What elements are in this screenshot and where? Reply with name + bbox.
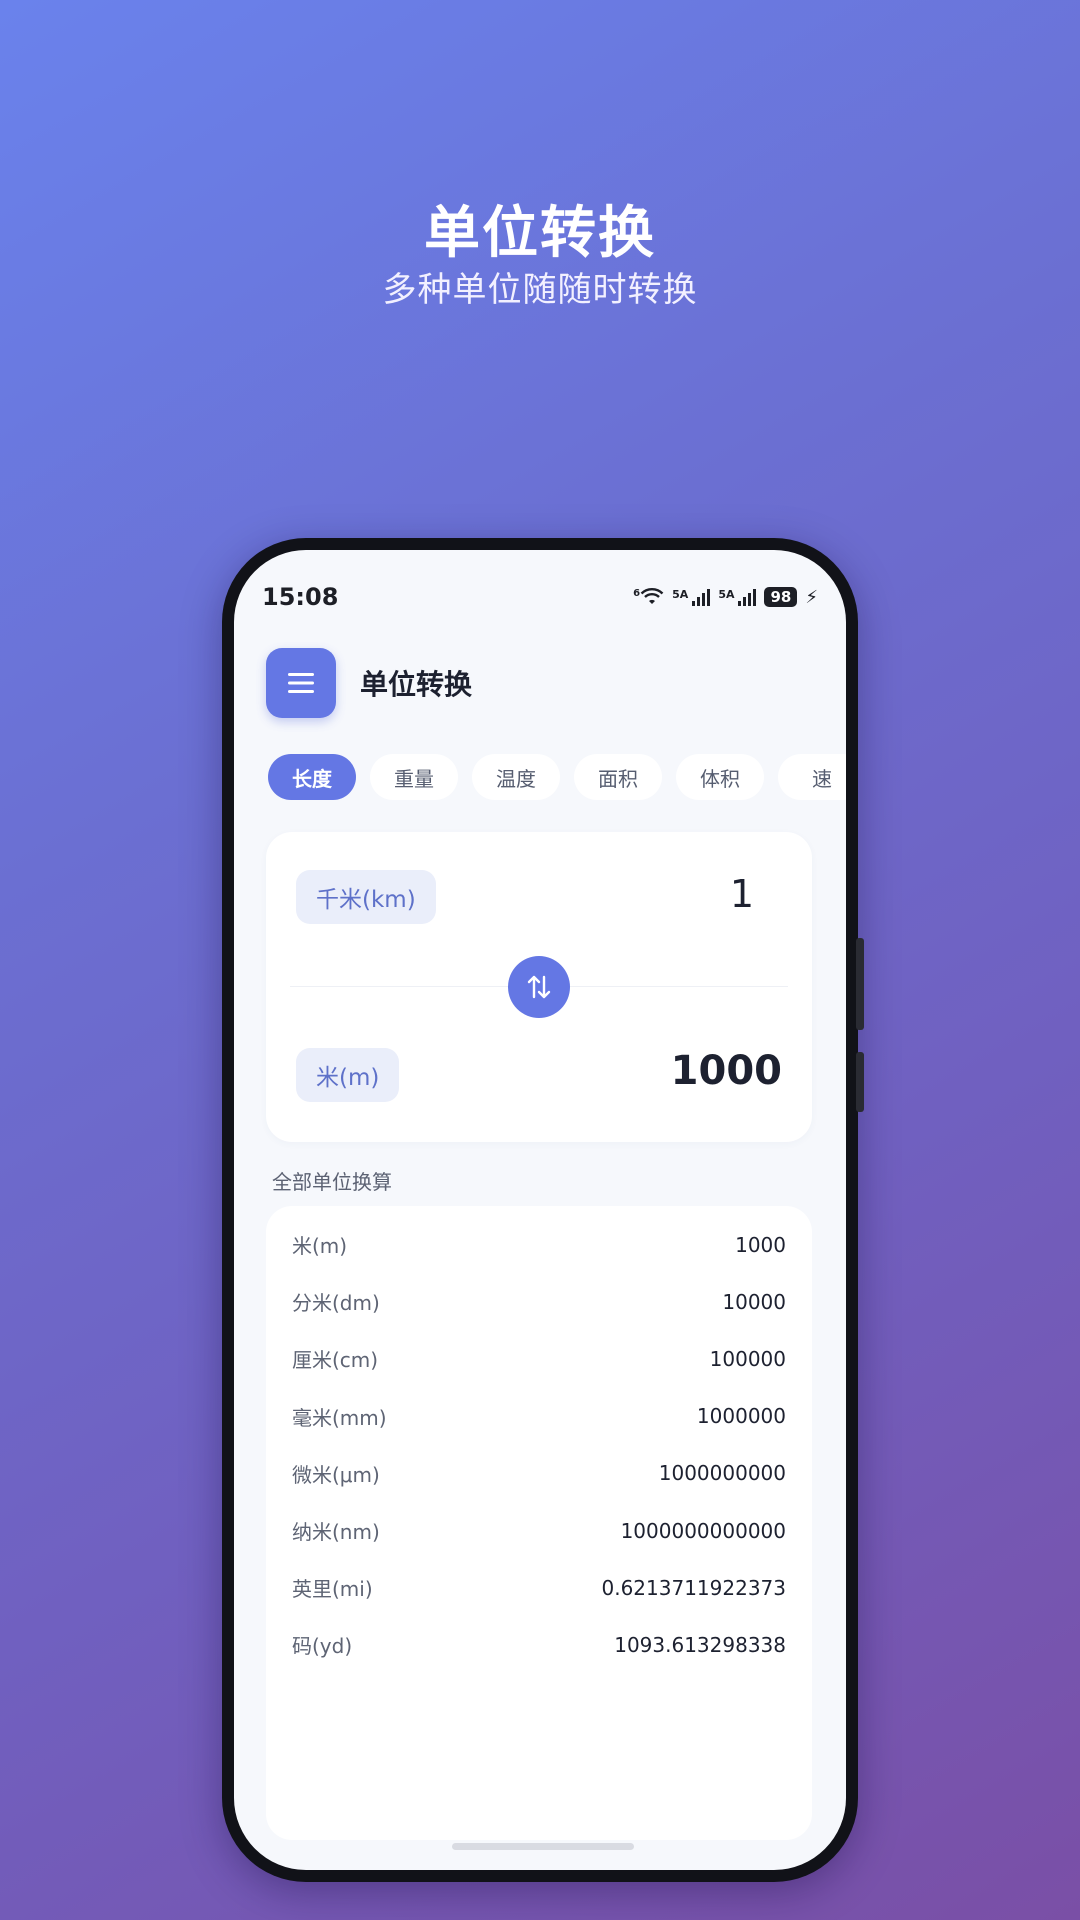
from-unit-selector[interactable]: 千米(km) <box>296 870 436 924</box>
phone-frame: 15:08 6 5A 5A 98 ⚡ 单位转换 长度 重量 温度 面积 体积 速… <box>222 538 864 1882</box>
status-icons: 6 5A 5A 98 ⚡ <box>633 587 818 608</box>
menu-icon[interactable] <box>266 648 336 718</box>
list-item[interactable]: 微米(μm) 1000000000 <box>292 1445 786 1502</box>
signal-label-2: 5A <box>718 588 735 601</box>
promo-title: 单位转换 <box>424 201 656 266</box>
converter-card: 千米(km) 1 米(m) 1000 <box>266 832 812 1142</box>
home-indicator[interactable] <box>452 1843 634 1850</box>
app-title: 单位转换 <box>360 668 473 701</box>
unit-name: 米(m) <box>292 1234 348 1259</box>
list-item[interactable]: 纳米(nm) 1000000000000 <box>292 1502 786 1559</box>
signal-icon-2: 5A <box>718 588 757 606</box>
list-item[interactable]: 英里(mi) 0.6213711922373 <box>292 1559 786 1616</box>
list-item[interactable]: 分米(dm) 10000 <box>292 1273 786 1330</box>
status-bar: 15:08 6 5A 5A 98 ⚡ <box>234 550 846 626</box>
wifi-icon: 6 <box>633 588 664 606</box>
status-time: 15:08 <box>262 583 339 611</box>
unit-value: 1000 <box>735 1232 786 1257</box>
unit-value: 0.6213711922373 <box>601 1575 786 1600</box>
phone-screen: 15:08 6 5A 5A 98 ⚡ 单位转换 长度 重量 温度 面积 体积 速… <box>234 550 846 1870</box>
unit-name: 英里(mi) <box>292 1577 373 1602</box>
unit-value: 1000000 <box>696 1404 786 1429</box>
swap-button[interactable] <box>508 956 570 1018</box>
promo-subtitle: 多种单位随随时转换 <box>382 270 698 310</box>
signal-label: 5A <box>672 588 689 601</box>
list-item[interactable]: 厘米(cm) 100000 <box>292 1330 786 1387</box>
signal-icon: 5A <box>672 588 711 606</box>
unit-name: 分米(dm) <box>292 1291 380 1316</box>
power-button <box>856 1052 864 1112</box>
unit-value: 10000 <box>722 1289 786 1314</box>
list-item[interactable]: 米(m) 1000 <box>292 1216 786 1273</box>
volume-button <box>856 938 864 1030</box>
list-item[interactable]: 毫米(mm) 1000000 <box>292 1388 786 1445</box>
unit-value: 1000000000 <box>658 1461 786 1486</box>
tab-temperature[interactable]: 温度 <box>472 754 560 800</box>
unit-name: 微米(μm) <box>292 1462 380 1487</box>
tab-weight[interactable]: 重量 <box>370 754 458 800</box>
tab-volume[interactable]: 体积 <box>676 754 764 800</box>
unit-value: 1000000000000 <box>620 1518 786 1543</box>
to-value-output: 1000 <box>670 1048 782 1094</box>
unit-value: 1093.613298338 <box>614 1632 786 1657</box>
to-unit-selector[interactable]: 米(m) <box>296 1048 400 1102</box>
unit-name: 毫米(mm) <box>292 1405 387 1430</box>
tab-speed[interactable]: 速 <box>778 754 846 800</box>
wifi-label: 6 <box>633 588 641 599</box>
list-item[interactable]: 码(yd) 1093.613298338 <box>292 1616 786 1673</box>
all-units-label: 全部单位换算 <box>272 1170 392 1194</box>
unit-name: 纳米(nm) <box>292 1520 380 1545</box>
app-header: 单位转换 <box>266 648 472 718</box>
unit-name: 厘米(cm) <box>292 1348 379 1373</box>
charging-icon: ⚡ <box>805 586 818 608</box>
swap-vertical-icon <box>527 975 551 999</box>
all-units-list: 米(m) 1000 分米(dm) 10000 厘米(cm) 100000 毫米(… <box>266 1206 812 1840</box>
unit-name: 码(yd) <box>292 1634 353 1659</box>
unit-value: 100000 <box>709 1346 786 1371</box>
battery-indicator: 98 <box>764 587 798 607</box>
tab-length[interactable]: 长度 <box>268 754 356 800</box>
tab-area[interactable]: 面积 <box>574 754 662 800</box>
from-value-input[interactable]: 1 <box>730 872 754 916</box>
category-tabs: 长度 重量 温度 面积 体积 速 <box>268 754 846 802</box>
